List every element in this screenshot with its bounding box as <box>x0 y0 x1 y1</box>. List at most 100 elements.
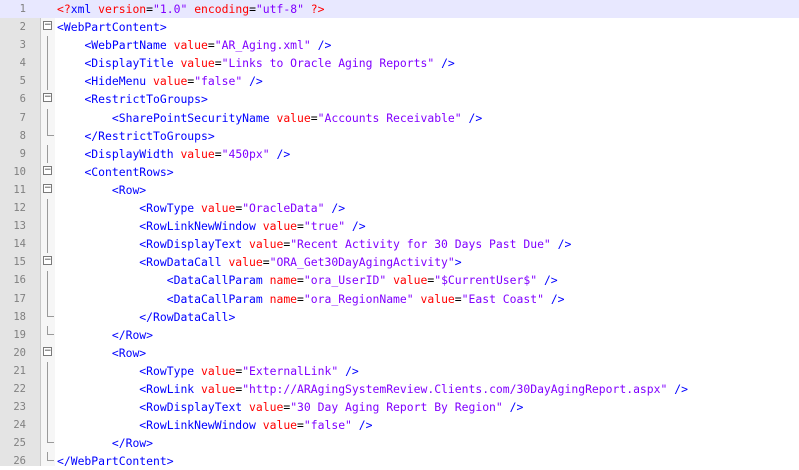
code-token: = <box>207 38 215 53</box>
line-number: 24 <box>13 419 26 432</box>
code-line[interactable]: 10 − <ContentRows> <box>0 163 799 181</box>
code-token: = <box>297 291 304 306</box>
code-token: "East Coast" <box>461 291 544 306</box>
code-text: <WebPartName value="AR_Aging.xml" /> <box>57 36 331 54</box>
code-line[interactable]: 6 − <RestrictToGroups> <box>0 90 799 108</box>
line-number: 18 <box>13 310 26 323</box>
code-token: encoding <box>194 2 250 16</box>
minus-icon[interactable]: − <box>43 346 52 356</box>
code-line[interactable]: 21 <RowType value="ExternalLink" /> <box>0 361 799 380</box>
fold-guide <box>43 361 54 380</box>
fold-toggle-icon[interactable]: − <box>43 18 54 36</box>
code-token: = <box>310 110 318 125</box>
code-line[interactable]: 11 − <Row> <box>0 181 799 199</box>
code-token: value <box>153 74 188 89</box>
code-line[interactable]: 24 <RowLinkNewWindow value="false" /> <box>0 416 799 435</box>
code-token: <RestrictToGroups> <box>84 92 208 107</box>
code-token: /> <box>276 146 291 161</box>
code-text: <ContentRows> <box>57 163 174 181</box>
code-token: /> <box>441 56 455 71</box>
fold-toggle-icon[interactable]: − <box>43 181 54 199</box>
code-line[interactable]: 26 </WebPartContent> <box>0 452 799 470</box>
code-token: > <box>454 255 462 270</box>
code-token: <RowType <box>139 363 195 378</box>
code-token: <Row> <box>111 182 147 197</box>
code-token: "OracleData" <box>242 201 325 216</box>
code-line[interactable]: 9 <DisplayWidth value="450px" /> <box>0 144 799 163</box>
code-text: </RestrictToGroups> <box>57 127 215 145</box>
minus-icon[interactable]: − <box>43 165 52 175</box>
code-editor[interactable]: 1 <?xml version="1.0" encoding="utf-8" ?>… <box>0 0 799 468</box>
code-line[interactable]: 23 <RowDisplayText value="30 Day Aging R… <box>0 398 799 417</box>
code-token: name <box>269 291 298 306</box>
code-token: <RowDisplayText <box>139 237 243 252</box>
code-token: value <box>201 201 236 216</box>
code-text: <?xml version="1.0" encoding="utf-8" ?> <box>57 0 325 18</box>
code-line[interactable]: 17 <DataCallParam name="ora_RegionName" … <box>0 289 799 308</box>
code-line[interactable]: 16 <DataCallParam name="ora_UserID" valu… <box>0 271 799 290</box>
code-token: <ContentRows> <box>84 164 174 179</box>
code-line[interactable]: 25 </Row> <box>0 434 799 452</box>
code-token: /> <box>358 418 373 433</box>
code-line[interactable]: 15 − <RowDataCall value="ORA_Get30DayAgin… <box>0 253 799 271</box>
code-text: <RowDisplayText value="30 Day Aging Repo… <box>57 398 523 416</box>
code-line[interactable]: 4 <DisplayTitle value="Links to Oracle A… <box>0 54 799 73</box>
code-token: value <box>249 237 284 252</box>
line-number: 16 <box>13 274 26 287</box>
code-text: <DisplayWidth value="450px" /> <box>57 145 290 163</box>
code-token: /> <box>509 400 524 415</box>
code-token: </WebPartContent> <box>57 454 174 469</box>
code-line[interactable]: 1 <?xml version="1.0" encoding="utf-8" ?> <box>0 0 799 19</box>
fold-toggle-icon[interactable]: − <box>43 163 54 181</box>
code-line[interactable]: 13 <RowLinkNewWindow value="true" /> <box>0 217 799 236</box>
code-text: </Row> <box>57 434 153 452</box>
code-line[interactable]: 3 <WebPartName value="AR_Aging.xml" /> <box>0 36 799 55</box>
code-token: </RestrictToGroups> <box>84 128 215 143</box>
minus-icon[interactable]: − <box>43 256 52 266</box>
code-line[interactable]: 14 <RowDisplayText value="Recent Activit… <box>0 235 799 254</box>
code-line[interactable]: 7 <SharePointSecurityName value="Account… <box>0 108 799 127</box>
line-number: 5 <box>19 75 26 88</box>
code-line[interactable]: 22 <RowLink value="http://ARAgingSystemR… <box>0 379 799 399</box>
code-line[interactable]: 19 </Row> <box>0 325 799 344</box>
fold-toggle-icon[interactable]: − <box>43 344 54 362</box>
code-line[interactable]: 12 <RowType value="OracleData" /> <box>0 199 799 218</box>
fold-guide <box>43 72 54 91</box>
code-token: /> <box>345 363 359 378</box>
code-token: <WebPartContent> <box>57 20 167 35</box>
fold-end-marker <box>43 452 54 470</box>
minus-icon[interactable]: − <box>43 21 52 31</box>
fold-guide <box>43 416 54 435</box>
fold-toggle-icon[interactable]: − <box>43 253 54 271</box>
code-token: value <box>276 110 311 125</box>
line-number: 15 <box>13 256 26 269</box>
fold-toggle-icon[interactable]: − <box>43 90 54 108</box>
code-lines[interactable]: 1 <?xml version="1.0" encoding="utf-8" ?>… <box>0 0 799 470</box>
code-text: </WebPartContent> <box>57 452 174 470</box>
fold-guide <box>43 108 54 127</box>
code-token: <HideMenu <box>84 74 147 89</box>
line-number: 26 <box>13 455 26 468</box>
code-line[interactable]: 5 <HideMenu value="false" /> <box>0 72 799 91</box>
code-line[interactable]: 2 − <WebPartContent> <box>0 18 799 36</box>
code-line[interactable]: 18 </RowDataCall> <box>0 307 799 326</box>
code-line[interactable]: 20 − <Row> <box>0 344 799 362</box>
fold-guide <box>43 289 54 308</box>
code-line[interactable]: 8 </RestrictToGroups> <box>0 126 799 145</box>
line-number: 23 <box>13 401 26 414</box>
minus-icon[interactable]: − <box>43 183 52 193</box>
line-number: 14 <box>13 238 26 251</box>
minus-icon[interactable]: − <box>43 93 52 103</box>
code-token: <DisplayWidth <box>84 146 174 161</box>
